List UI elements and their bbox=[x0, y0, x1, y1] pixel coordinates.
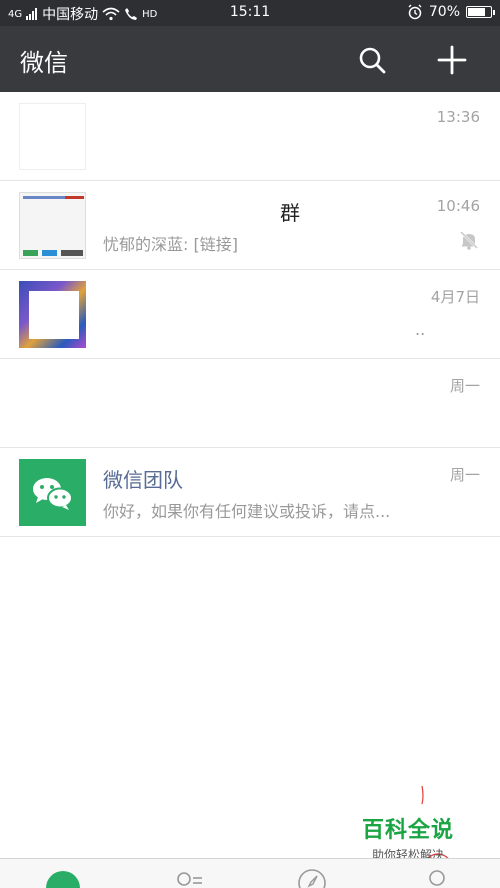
chat-name: 群 bbox=[280, 201, 300, 225]
chat-row[interactable]: 群 忧郁的深蓝: [链接] 10:46 bbox=[0, 181, 500, 270]
search-icon bbox=[359, 47, 386, 74]
battery-percent: 70% bbox=[428, 4, 460, 20]
tab-me[interactable] bbox=[375, 859, 500, 888]
chat-time: 10:46 bbox=[436, 197, 480, 215]
tab-contacts[interactable] bbox=[125, 859, 250, 888]
chat-name: 微信团队 bbox=[103, 468, 183, 492]
chat-row[interactable]: 微信团队 你好，如果你有任何建议或投诉，请点... 周一 bbox=[0, 448, 500, 537]
contacts-tab-icon bbox=[177, 872, 202, 886]
chat-row[interactable]: 周一 bbox=[0, 359, 500, 448]
chat-time: 周一 bbox=[449, 377, 480, 395]
chat-preview: 你好，如果你有任何建议或投诉，请点... bbox=[103, 502, 391, 521]
battery-icon bbox=[466, 6, 495, 18]
app-header: 微信 bbox=[0, 26, 500, 92]
chat-row[interactable]: .. 4月7日 bbox=[0, 270, 500, 359]
chat-preview: .. bbox=[415, 320, 426, 339]
person-icon bbox=[429, 870, 445, 886]
chat-time: 4月7日 bbox=[430, 288, 480, 306]
chat-row[interactable]: 13:36 bbox=[0, 92, 500, 181]
tab-chats[interactable] bbox=[0, 859, 125, 888]
chat-time: 13:36 bbox=[436, 108, 480, 126]
page-title: 微信 bbox=[20, 49, 68, 77]
avatar bbox=[19, 103, 86, 170]
chat-list: 13:36 群 忧郁的深蓝: [链接] 10:46 .. 4月7日 周一 微信团… bbox=[0, 92, 500, 537]
tab-discover[interactable] bbox=[250, 859, 375, 888]
status-bar: 4G 中国移动 HD 15:11 70% bbox=[0, 0, 500, 26]
wechat-logo-icon bbox=[33, 478, 73, 510]
alarm-icon bbox=[408, 4, 422, 20]
add-button[interactable] bbox=[432, 40, 472, 80]
status-right: 70% bbox=[407, 4, 495, 20]
search-button[interactable] bbox=[352, 40, 392, 80]
chats-tab-icon bbox=[46, 871, 80, 888]
watermark-title: 百科全说 bbox=[361, 818, 454, 843]
group-avatar bbox=[19, 192, 86, 259]
chat-preview: 忧郁的深蓝: [链接] bbox=[103, 235, 238, 254]
watermark: 百科全说 助你轻松解决 bbox=[352, 812, 464, 863]
avatar-mask bbox=[29, 291, 79, 339]
avatar bbox=[19, 281, 86, 348]
plus-icon bbox=[437, 45, 467, 75]
chat-time: 周一 bbox=[449, 466, 480, 484]
wechat-team-avatar bbox=[19, 459, 86, 526]
mute-bell-icon bbox=[460, 231, 478, 250]
bottom-tab-bar bbox=[0, 858, 500, 888]
compass-icon bbox=[298, 869, 326, 888]
